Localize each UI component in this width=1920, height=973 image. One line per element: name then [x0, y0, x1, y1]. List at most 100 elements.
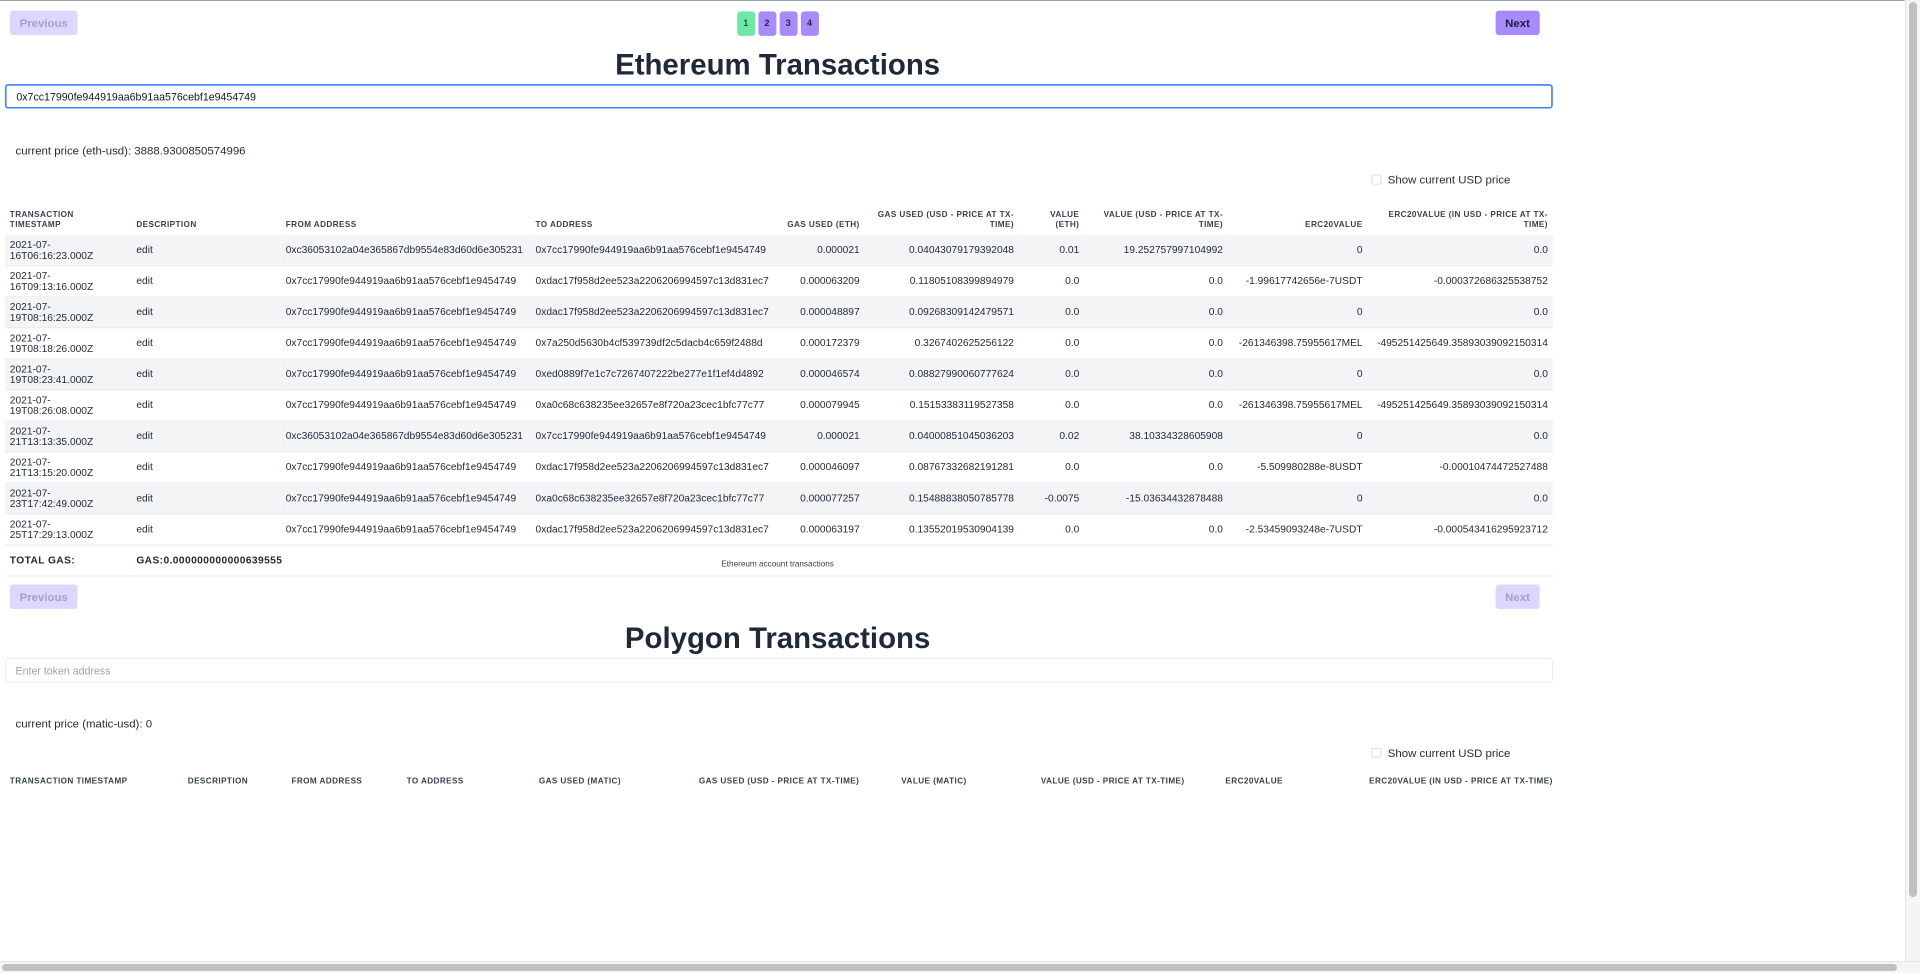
gas-eth-cell: 0.000021 [817, 430, 860, 442]
column-header[interactable]: VALUE (MATIC) [896, 777, 1036, 786]
value-usd-cell: 0.0 [1208, 461, 1223, 473]
gas-usd-cell: 0.3267402625256122 [914, 337, 1014, 349]
gas-usd-cell: 0.15488838050785778 [908, 492, 1014, 504]
gas-usd-cell: 0.08767332682191281 [908, 461, 1014, 473]
column-header[interactable]: GAS USED (MATIC) [534, 777, 694, 786]
erc20-value-cell: -261346398.75955617MEL [1238, 337, 1363, 349]
description-cell: edit [136, 430, 153, 442]
value-eth-cell: 0.0 [1065, 523, 1080, 535]
column-header[interactable]: DESCRIPTION [183, 777, 287, 786]
to-address-cell: 0xdac17f958d2ee523a2206206994597c13d831e… [535, 306, 769, 318]
value-eth-cell: 0.0 [1065, 368, 1080, 380]
value-eth-cell: 0.0 [1065, 306, 1080, 318]
horizontal-scrollbar-thumb[interactable] [2, 964, 1897, 971]
column-header[interactable]: TRANSACTION TIMESTAMP [5, 199, 132, 235]
polygon-show-usd-toggle[interactable]: Show current USD price [1371, 746, 1510, 759]
top-divider [0, 0, 1905, 1]
erc20-value-cell: 0 [1356, 430, 1363, 442]
value-usd-cell: 0.0 [1208, 399, 1223, 411]
table-row: 2021-07-21T13:13:35.000Z edit 0xc3605310… [4, 420, 1553, 452]
gas-usd-cell: 0.11805108399894979 [909, 275, 1014, 287]
value-usd-cell: 0.0 [1208, 275, 1223, 287]
page-4-button[interactable]: 4 [800, 11, 819, 36]
matic-current-price: current price (matic-usd): 0 [15, 716, 153, 730]
polygon-token-address-input[interactable] [4, 658, 1553, 683]
ethereum-table-caption: Ethereum account transactions [721, 560, 834, 570]
page-viewport: Previous 1 2 3 4 Next Ethereum Transacti… [0, 0, 1905, 961]
eth-show-usd-label: Show current USD price [1387, 173, 1511, 187]
from-address-cell: 0xc36053102a04e365867db9554e83d60d6e3052… [285, 244, 523, 256]
column-header[interactable]: ERC20VALUE [1228, 199, 1368, 235]
column-header[interactable]: VALUE (USD - PRICE AT TX-TIME) [1084, 199, 1228, 235]
next-button[interactable]: Next [1495, 10, 1540, 36]
gas-usd-cell: 0.04043079179392048 [908, 244, 1014, 256]
column-header[interactable]: FROM ADDRESS [287, 777, 402, 786]
gas-usd-cell: 0.15153383119527358 [909, 399, 1014, 411]
column-header[interactable]: DESCRIPTION [131, 199, 280, 235]
erc20-usd-cell: 0.0 [1533, 244, 1548, 256]
table-row: 2021-07-19T08:16:25.000Z edit 0x7cc17990… [4, 296, 1553, 328]
value-usd-cell: 38.10334328605908 [1129, 430, 1223, 442]
table-row: 2021-07-21T13:15:20.000Z edit 0x7cc17990… [4, 452, 1553, 483]
gas-usd-cell: 0.08827990060777624 [908, 368, 1014, 380]
table-header-row: TRANSACTION TIMESTAMP DESCRIPTION FROM A… [5, 199, 1553, 235]
value-usd-cell: 19.252757997104992 [1123, 244, 1223, 256]
column-header[interactable]: TO ADDRESS [531, 199, 781, 235]
horizontal-scrollbar[interactable] [0, 961, 1920, 973]
previous-button[interactable]: Previous [9, 10, 78, 36]
erc20-usd-cell: 0.0 [1533, 368, 1548, 380]
polygon-show-usd-checkbox[interactable] [1371, 747, 1382, 758]
polygon-previous-button[interactable]: Previous [9, 584, 78, 610]
erc20-usd-cell: -0.000543416295923712 [1433, 523, 1548, 535]
column-header[interactable]: GAS USED (USD - PRICE AT TX-TIME) [694, 777, 896, 786]
ethereum-address-input[interactable] [4, 84, 1553, 109]
page-1-button[interactable]: 1 [736, 11, 755, 36]
gas-eth-cell: 0.000079945 [800, 399, 860, 411]
column-header[interactable]: GAS USED (ETH) [780, 199, 864, 235]
description-cell: edit [136, 368, 153, 380]
timestamp-cell: 2021-07-16T06:16:23.000Z [9, 238, 94, 261]
table-row: 2021-07-19T08:26:08.000Z edit 0x7cc17990… [4, 390, 1553, 421]
column-header[interactable]: ERC20VALUE (IN USD - PRICE AT TX-TIME) [1364, 777, 1553, 786]
column-header[interactable]: GAS USED (USD - PRICE AT TX-TIME) [865, 199, 1019, 235]
table-header-row: TRANSACTION TIMESTAMP DESCRIPTION FROM A… [5, 777, 1553, 786]
erc20-value-cell: -261346398.75955617MEL [1238, 399, 1363, 411]
erc20-usd-cell: 0.0 [1533, 492, 1548, 504]
timestamp-cell: 2021-07-16T09:13:16.000Z [9, 269, 94, 292]
eth-show-usd-toggle[interactable]: Show current USD price [1371, 173, 1510, 186]
to-address-cell: 0xdac17f958d2ee523a2206206994597c13d831e… [535, 523, 769, 535]
column-header[interactable]: TRANSACTION TIMESTAMP [5, 777, 183, 786]
vertical-scrollbar[interactable] [1905, 0, 1920, 961]
from-address-cell: 0x7cc17990fe944919aa6b91aa576cebf1e94547… [285, 461, 517, 473]
value-eth-cell: 0.0 [1065, 337, 1080, 349]
column-header[interactable]: VALUE (ETH) [1019, 199, 1084, 235]
erc20-usd-cell: 0.0 [1533, 430, 1548, 442]
column-header[interactable]: ERC20VALUE (IN USD - PRICE AT TX-TIME) [1367, 199, 1552, 235]
column-header[interactable]: VALUE (USD - PRICE AT TX-TIME) [1036, 777, 1221, 786]
from-address-cell: 0x7cc17990fe944919aa6b91aa576cebf1e94547… [285, 306, 517, 318]
to-address-cell: 0xdac17f958d2ee523a2206206994597c13d831e… [535, 461, 769, 473]
eth-show-usd-checkbox[interactable] [1371, 174, 1382, 185]
value-eth-cell: 0.0 [1065, 275, 1080, 287]
value-usd-cell: -15.03634432878488 [1125, 492, 1223, 504]
to-address-cell: 0x7a250d5630b4cf539739df2c5dacb4c659f248… [535, 337, 763, 349]
polygon-next-button[interactable]: Next [1495, 584, 1540, 610]
erc20-value-cell: -1.99617742656e-7USDT [1245, 275, 1363, 287]
value-eth-cell: 0.02 [1059, 430, 1080, 442]
gas-eth-cell: 0.000046097 [800, 461, 860, 473]
table-row: 2021-07-19T08:18:26.000Z edit 0x7cc17990… [4, 328, 1553, 359]
timestamp-cell: 2021-07-19T08:23:41.000Z [9, 362, 94, 385]
timestamp-cell: 2021-07-19T08:18:26.000Z [9, 331, 94, 354]
gas-eth-cell: 0.000048897 [800, 306, 860, 318]
column-header[interactable]: ERC20VALUE [1221, 777, 1365, 786]
page-2-button[interactable]: 2 [758, 11, 776, 36]
table-row: 2021-07-25T17:29:13.000Z edit 0x7cc17990… [4, 514, 1553, 545]
column-header[interactable]: FROM ADDRESS [281, 199, 531, 235]
vertical-scrollbar-thumb[interactable] [1909, 2, 1917, 897]
description-cell: edit [136, 244, 153, 256]
to-address-cell: 0xa0c68c638235ee32657e8f720a23cec1bfc77c… [535, 492, 765, 504]
value-usd-cell: 0.0 [1208, 337, 1223, 349]
page-3-button[interactable]: 3 [779, 11, 798, 36]
column-header[interactable]: TO ADDRESS [402, 777, 534, 786]
table-row: 2021-07-16T09:13:16.000Z edit 0x7cc17990… [4, 266, 1553, 297]
